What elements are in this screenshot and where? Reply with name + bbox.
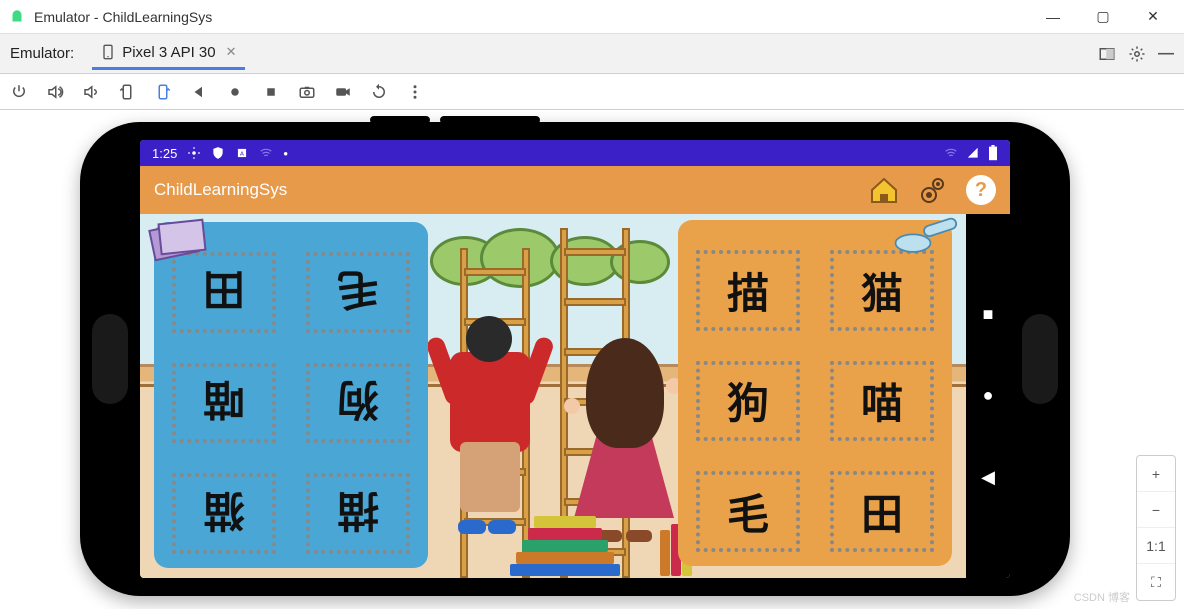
rotate-right-icon[interactable] — [154, 83, 172, 101]
zoom-actual-button[interactable]: 1:1 — [1137, 528, 1175, 564]
android-icon — [8, 8, 26, 26]
power-icon[interactable] — [10, 83, 28, 101]
char-cell[interactable]: 猫 — [830, 250, 934, 331]
app-body: 田 毛 喵 狗 猫 描 描 猫 狗 喵 — [140, 214, 1010, 578]
emulator-label: Emulator: — [10, 45, 74, 62]
settings-gear-icon[interactable] — [1128, 45, 1146, 63]
battery-icon — [988, 145, 998, 161]
camera-icon[interactable] — [298, 83, 316, 101]
device-screen: 1:25 A • ChildLearningSys ? — [140, 140, 1010, 578]
char-cell[interactable]: 毛 — [696, 471, 800, 552]
gear-status-icon — [187, 146, 201, 160]
zoom-fit-button[interactable]: ⛶ — [1137, 564, 1175, 600]
device-tab[interactable]: Pixel 3 API 30 ✕ — [92, 38, 244, 70]
char-cell[interactable]: 喵 — [172, 363, 276, 444]
shield-status-icon — [211, 146, 225, 160]
nav-overview-icon[interactable]: ■ — [983, 304, 994, 325]
more-vert-icon[interactable] — [406, 83, 424, 101]
watermark-text: CSDN 博客 — [1074, 589, 1130, 605]
app-toolbar: ChildLearningSys ? — [140, 166, 1010, 214]
square-status-icon: A — [235, 146, 249, 160]
char-cell[interactable]: 狗 — [306, 363, 410, 444]
child-boy-illustration — [440, 316, 540, 526]
rotate-left-icon[interactable] — [118, 83, 136, 101]
window-titlebar: Emulator - ChildLearningSys — ▢ ✕ — [0, 0, 1184, 34]
zoom-out-button[interactable]: − — [1137, 492, 1175, 528]
reset-icon[interactable] — [370, 83, 388, 101]
back-triangle-icon[interactable] — [190, 83, 208, 101]
books-stack — [510, 516, 620, 576]
nav-back-icon[interactable]: ◀ — [981, 467, 995, 488]
character-card-right: 描 猫 狗 喵 毛 田 — [678, 220, 952, 566]
wifi-right-icon — [944, 146, 958, 160]
window-maximize-button[interactable]: ▢ — [1080, 2, 1126, 32]
character-card-left: 田 毛 喵 狗 猫 描 — [154, 222, 428, 568]
volume-up-icon[interactable] — [46, 83, 64, 101]
signal-icon — [966, 146, 980, 160]
nav-home-icon[interactable]: ● — [983, 385, 994, 406]
status-dot-icon: • — [283, 146, 288, 161]
phone-frame: 1:25 A • ChildLearningSys ? — [80, 122, 1070, 596]
wifi-status-icon — [259, 146, 273, 160]
emulator-viewport: 1:25 A • ChildLearningSys ? — [0, 110, 1184, 609]
window-close-button[interactable]: ✕ — [1130, 2, 1176, 32]
settings-icon[interactable] — [918, 175, 948, 205]
zoom-in-button[interactable]: + — [1137, 456, 1175, 492]
char-cell[interactable]: 田 — [172, 252, 276, 333]
char-cell[interactable]: 猫 — [172, 473, 276, 554]
char-cell[interactable]: 狗 — [696, 361, 800, 442]
help-button[interactable]: ? — [966, 175, 996, 205]
pen-decoration-icon — [892, 214, 962, 260]
char-cell[interactable]: 毛 — [306, 252, 410, 333]
svg-text:A: A — [240, 151, 244, 157]
stop-square-icon[interactable] — [262, 83, 280, 101]
books-decoration-icon — [146, 216, 216, 262]
android-navbar: ■ ● ◀ — [966, 214, 1010, 578]
device-tab-label: Pixel 3 API 30 — [122, 44, 215, 61]
emulator-tabstrip: Emulator: Pixel 3 API 30 ✕ — — [0, 34, 1184, 74]
phone-icon — [100, 44, 116, 60]
zoom-panel: + − 1:1 ⛶ — [1136, 455, 1176, 601]
emulator-toolbar — [0, 74, 1184, 110]
tab-close-icon[interactable]: ✕ — [226, 44, 237, 60]
home-icon[interactable] — [868, 176, 900, 204]
android-statusbar: 1:25 A • — [140, 140, 1010, 166]
char-cell[interactable]: 描 — [306, 473, 410, 554]
statusbar-time: 1:25 — [152, 146, 177, 161]
char-cell[interactable]: 描 — [696, 250, 800, 331]
window-title: Emulator - ChildLearningSys — [34, 9, 212, 25]
window-minimize-button[interactable]: — — [1030, 2, 1076, 32]
window-mode-icon[interactable] — [1098, 45, 1116, 63]
char-cell[interactable]: 田 — [830, 471, 934, 552]
record-circle-icon[interactable] — [226, 83, 244, 101]
volume-down-icon[interactable] — [82, 83, 100, 101]
app-title: ChildLearningSys — [154, 180, 287, 200]
child-girl-illustration — [570, 338, 680, 538]
char-cell[interactable]: 喵 — [830, 361, 934, 442]
collapse-icon[interactable]: — — [1158, 45, 1174, 63]
video-icon[interactable] — [334, 83, 352, 101]
